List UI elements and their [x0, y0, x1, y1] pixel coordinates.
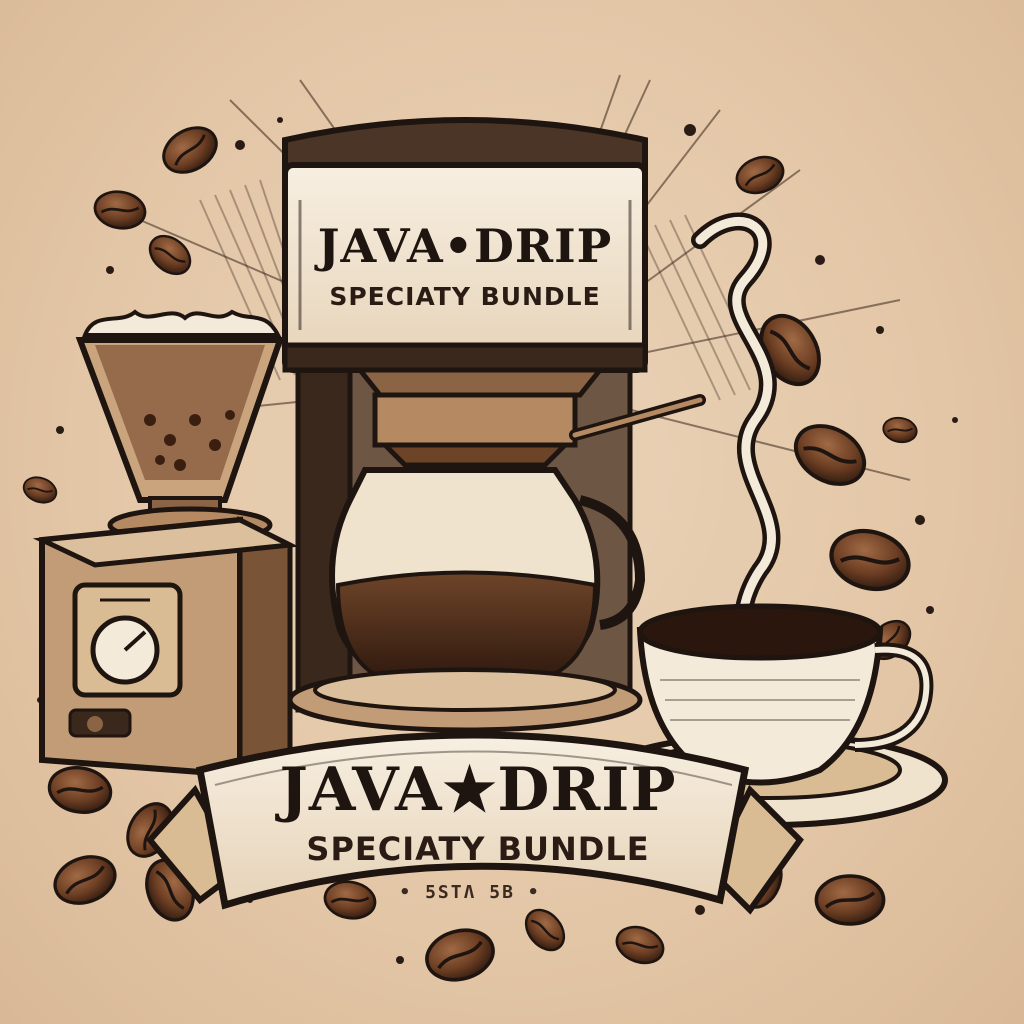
banner-subtitle: SPECIATY BUNDLE	[306, 830, 649, 868]
banner-small-text: • 5STɅ 5B •	[399, 882, 540, 903]
banner-ribbon: JAVA★DRIP SPECIATY BUNDLE • 5STɅ 5B •	[146, 731, 804, 915]
coffee-emblem-illustration: JAVA•DRIP SPECIATY BUNDLE JAVA★DRIP SPEC…	[19, 74, 958, 989]
banner-title: JAVA★DRIP	[275, 755, 677, 825]
canister-subtitle: SPECIATY BUNDLE	[329, 282, 600, 311]
coffee-grinder	[32, 309, 299, 783]
canister-title: JAVA•DRIP	[314, 219, 613, 273]
canister-label: JAVA•DRIP SPECIATY BUNDLE	[314, 219, 613, 311]
